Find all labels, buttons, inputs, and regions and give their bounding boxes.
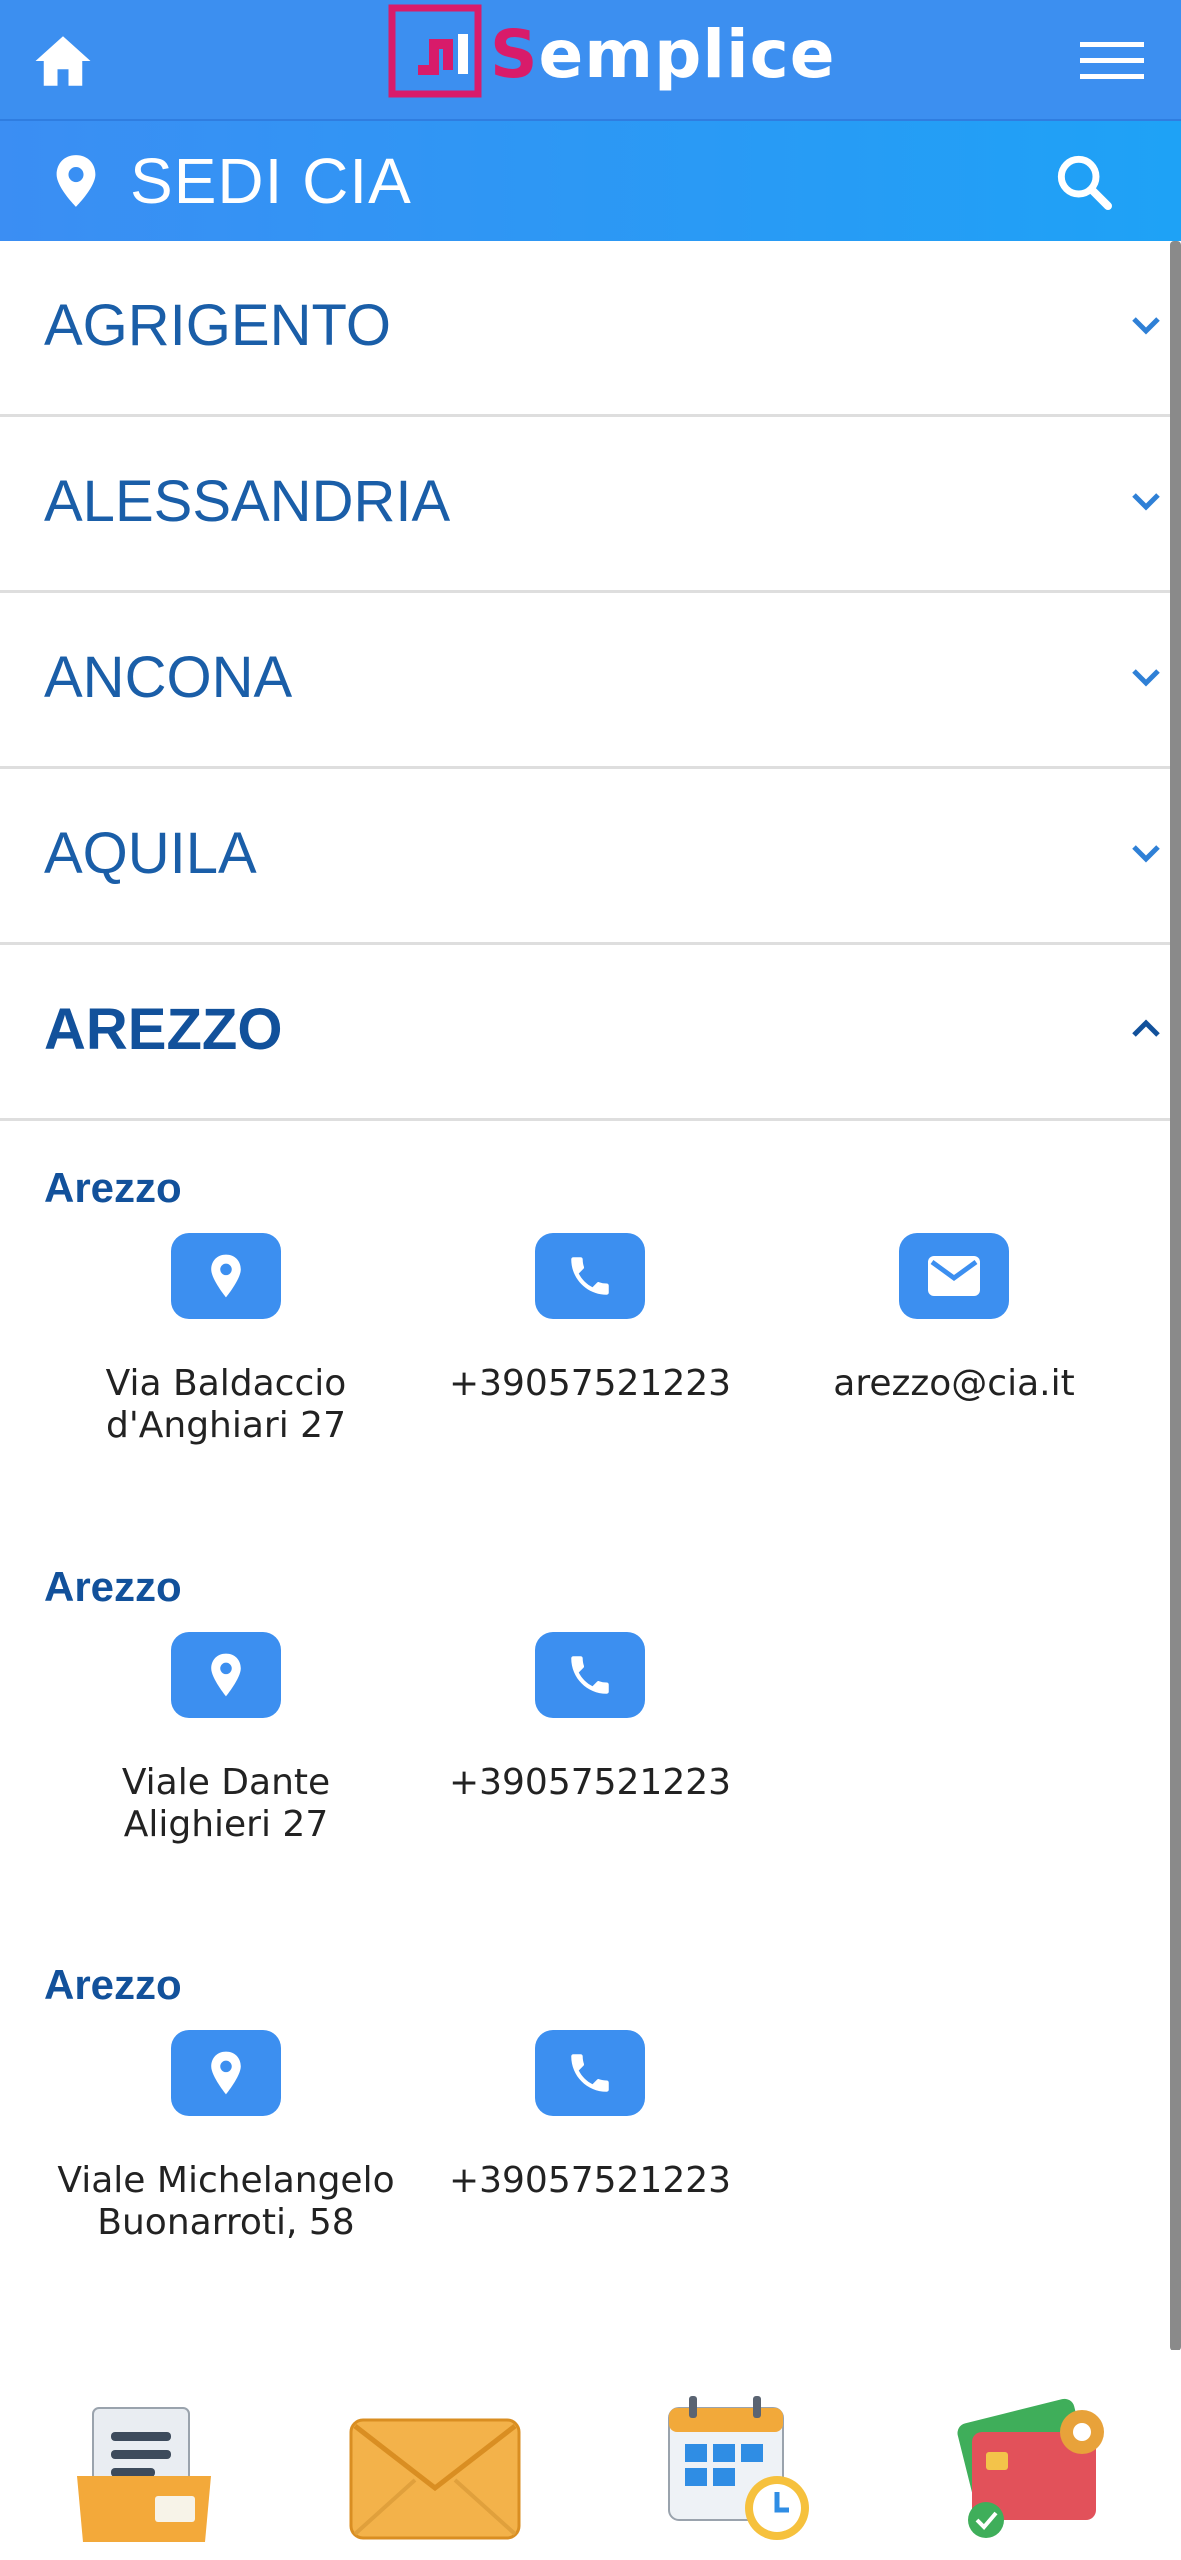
semplice-logo: Semplice — [388, 4, 834, 110]
address-button[interactable] — [171, 2030, 281, 2116]
logo-mark-icon — [388, 4, 482, 98]
email-text: arezzo@cia.it — [833, 1363, 1075, 1404]
credit-card-settings-icon[interactable] — [950, 2380, 1120, 2550]
chevron-down-icon — [1132, 493, 1160, 511]
scrollbar[interactable] — [1170, 241, 1181, 2351]
office-city: Arezzo — [44, 1961, 182, 2008]
phone-link[interactable]: +39057521223 — [408, 1632, 772, 1804]
menu-button[interactable] — [1072, 30, 1152, 90]
accordion-label: AGRIGENTO — [44, 293, 391, 358]
chevron-down-icon — [1132, 317, 1160, 335]
bottom-nav — [0, 2350, 1181, 2560]
search-icon — [1057, 155, 1112, 210]
accordion-label: AQUILA — [44, 821, 257, 886]
phone-button[interactable] — [535, 1632, 645, 1718]
accordion-item-arezzo[interactable]: AREZZO — [0, 945, 1170, 1121]
email-icon — [928, 1256, 980, 1296]
phone-icon — [571, 2054, 609, 2092]
address-text: Via Baldaccio d'Anghiari 27 — [105, 1363, 347, 1446]
office-city: Arezzo — [44, 1164, 182, 1211]
logo-text: Semplice — [490, 16, 835, 93]
accordion-item-alessandria[interactable]: ALESSANDRIA — [0, 417, 1170, 593]
accordion-item-aquila[interactable]: AQUILA — [0, 769, 1170, 945]
accordion-item-ancona[interactable]: ANCONA — [0, 593, 1170, 769]
phone-text: +39057521223 — [448, 2160, 732, 2201]
chevron-up-icon — [1132, 1019, 1160, 1037]
province-list: AGRIGENTO ALESSANDRIA ANCONA AQUILA AREZ… — [0, 241, 1170, 1121]
location-pin-icon — [56, 155, 96, 207]
phone-icon — [571, 1656, 609, 1694]
email-button[interactable] — [899, 1233, 1009, 1319]
email-link[interactable]: arezzo@cia.it — [772, 1233, 1136, 1405]
hamburger-menu-icon — [1080, 42, 1144, 79]
address-link[interactable]: Viale Dante Alighieri 27 — [44, 1632, 408, 1846]
address-text: Viale Michelangelo Buonarroti, 58 — [57, 2160, 395, 2243]
phone-text: +39057521223 — [448, 1363, 732, 1404]
home-button[interactable] — [30, 28, 96, 94]
envelope-icon[interactable] — [345, 2380, 521, 2550]
accordion-label: AREZZO — [44, 997, 283, 1062]
home-icon — [35, 36, 91, 86]
accordion-label: ANCONA — [44, 645, 293, 710]
chevron-down-icon — [1132, 669, 1160, 687]
app-header: Semplice — [0, 0, 1181, 121]
location-pin-icon — [211, 2051, 241, 2095]
accordion-item-agrigento[interactable]: AGRIGENTO — [0, 241, 1170, 417]
location-pin-icon — [211, 1653, 241, 1697]
section-bar: SEDI CIA — [0, 121, 1181, 241]
address-text: Viale Dante Alighieri 27 — [121, 1762, 331, 1845]
document-folder-icon[interactable] — [65, 2380, 235, 2550]
chevron-down-icon — [1132, 845, 1160, 863]
address-link[interactable]: Via Baldaccio d'Anghiari 27 — [44, 1233, 408, 1447]
address-button[interactable] — [171, 1632, 281, 1718]
accordion-label: ALESSANDRIA — [44, 469, 451, 534]
location-pin-icon — [211, 1254, 241, 1298]
calendar-clock-icon[interactable] — [655, 2380, 825, 2550]
search-button[interactable] — [1052, 150, 1116, 214]
phone-icon — [571, 1257, 609, 1295]
phone-button[interactable] — [535, 1233, 645, 1319]
address-link[interactable]: Viale Michelangelo Buonarroti, 58 — [44, 2030, 408, 2244]
address-button[interactable] — [171, 1233, 281, 1319]
phone-text: +39057521223 — [448, 1762, 732, 1803]
phone-link[interactable]: +39057521223 — [408, 1233, 772, 1405]
office-city: Arezzo — [44, 1563, 182, 1610]
page-title: SEDI CIA — [130, 145, 412, 217]
phone-button[interactable] — [535, 2030, 645, 2116]
logo-letter-s: S — [490, 16, 539, 93]
logo-text-rest: emplice — [538, 16, 836, 93]
phone-link[interactable]: +39057521223 — [408, 2030, 772, 2202]
